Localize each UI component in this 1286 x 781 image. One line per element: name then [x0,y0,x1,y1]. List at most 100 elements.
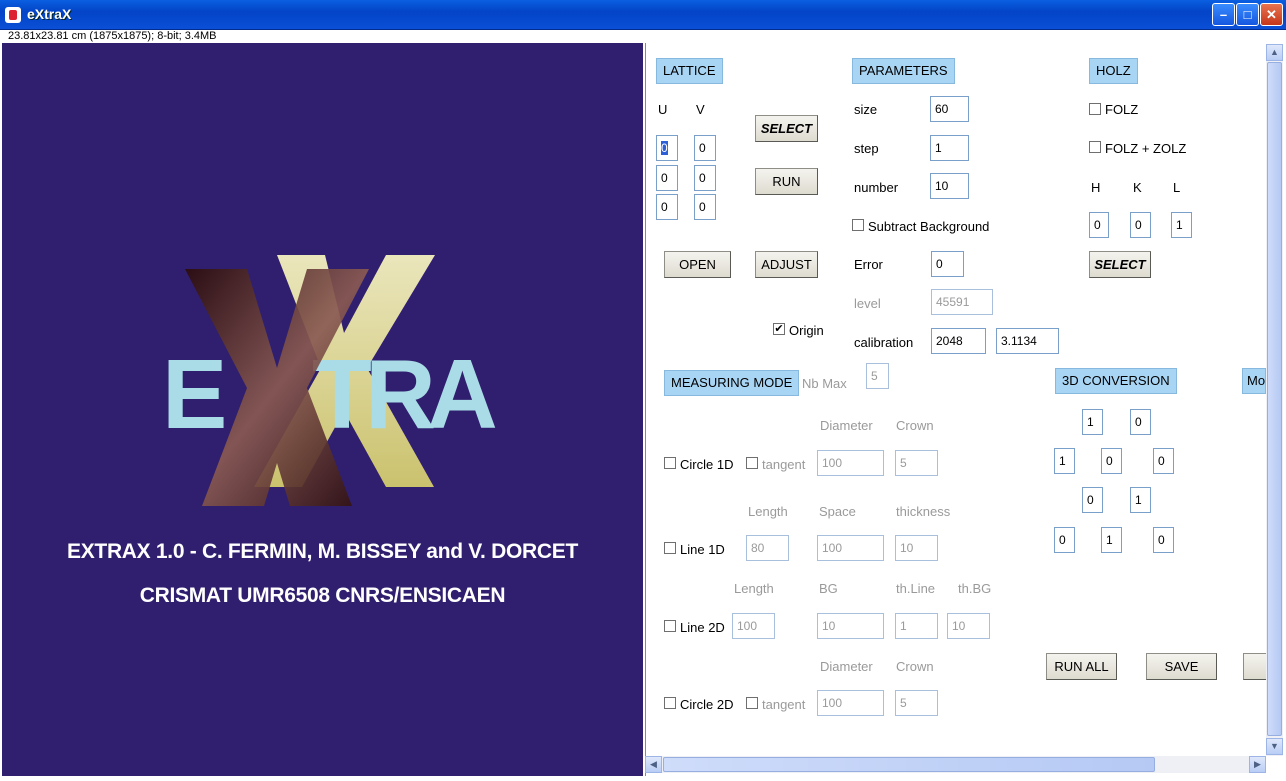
number-input[interactable]: 10 [930,173,969,199]
circle-1d-tangent-checkbox[interactable] [746,457,758,469]
image-canvas[interactable]: E T R A EXTRAX 1.0 - C. FERMIN, M. BISSE… [2,43,643,776]
conv-r3-c1-input[interactable]: 0 [1082,487,1103,513]
folz-label: FOLZ [1105,102,1139,117]
scroll-down-arrow-icon[interactable]: ▼ [1266,738,1283,755]
extra-logo: E T R A [162,255,498,506]
circle-2d-tangent-label: tangent [762,697,806,712]
circle-2d-crown-label: Crown [896,659,934,674]
line-2d-label: Line 2D [680,620,725,635]
conv-r4-c3-input[interactable]: 0 [1153,527,1174,553]
circle-2d-label: Circle 2D [680,697,734,712]
k-input[interactable]: 0 [1130,212,1151,238]
control-panel: LATTICE U V 0 0 0 0 0 0 SELECT RUN OPEN … [645,43,1286,776]
lattice-select-button[interactable]: SELECT [755,115,818,142]
circle-2d-crown-input[interactable]: 5 [895,690,938,716]
scroll-left-arrow-icon[interactable]: ◀ [645,756,662,773]
circle-1d-tangent-label: tangent [762,457,806,472]
line-2d-length-input[interactable]: 100 [732,613,775,639]
conv-r2-c1-input[interactable]: 1 [1054,448,1075,474]
scroll-right-arrow-icon[interactable]: ▶ [1249,756,1266,773]
line-2d-th-line-input[interactable]: 1 [895,613,938,639]
error-label: Error [854,257,883,272]
k-label: K [1133,180,1142,195]
nb-max-label: Nb Max [802,376,847,391]
circle-1d-checkbox[interactable] [664,457,676,469]
line-2d-length-label: Length [734,581,774,596]
circle-2d-tangent-checkbox[interactable] [746,697,758,709]
error-input[interactable]: 0 [931,251,964,277]
h-label: H [1091,180,1101,195]
window-title: eXtraX [27,6,72,22]
l-label: L [1173,180,1181,195]
lattice-u1-input[interactable]: 0 [656,135,678,161]
maximize-button[interactable]: □ [1236,3,1259,26]
step-label: step [854,141,879,156]
line-2d-checkbox[interactable] [664,620,676,632]
vertical-scrollbar[interactable]: ▲ ▼ [1266,44,1283,756]
folz-zolz-checkbox[interactable] [1089,141,1101,153]
level-input[interactable]: 45591 [931,289,993,315]
h-input[interactable]: 0 [1089,212,1109,238]
crown-label: Crown [896,418,934,433]
save-button[interactable]: SAVE [1146,653,1217,680]
circle-1d-label: Circle 1D [680,457,734,472]
scroll-up-arrow-icon[interactable]: ▲ [1266,44,1283,61]
lattice-v3-input[interactable]: 0 [694,194,716,220]
logo-letter-a: A [427,339,498,449]
u-label: U [658,102,668,117]
calibration-a-input[interactable]: 2048 [931,328,986,354]
line-1d-space-input[interactable]: 100 [817,535,884,561]
circle-1d-crown-input[interactable]: 5 [895,450,938,476]
run-all-button[interactable]: RUN ALL [1046,653,1117,680]
run-button[interactable]: RUN [755,168,818,195]
holz-select-button[interactable]: SELECT [1089,251,1151,278]
origin-checkbox[interactable]: ✔ [773,323,785,335]
number-label: number [854,180,899,195]
level-label: level [854,296,881,311]
minimize-button[interactable]: – [1212,3,1235,26]
image-info: 23.81x23.81 cm (1875x1875); 8-bit; 3.4MB [0,31,1286,43]
nb-max-input[interactable]: 5 [866,363,889,389]
measuring-mode-header: MEASURING MODE [664,370,800,396]
logo-letter-r: R [365,339,436,449]
line-1d-thickness-input[interactable]: 10 [895,535,938,561]
line-2d-bg-input[interactable]: 10 [817,613,884,639]
vertical-scroll-thumb[interactable] [1267,62,1282,736]
size-input[interactable]: 60 [930,96,969,122]
horizontal-scroll-thumb[interactable] [663,757,1155,772]
thickness-label: thickness [896,504,951,519]
lattice-u2-input[interactable]: 0 [656,165,678,191]
calibration-b-input[interactable]: 3.1134 [996,328,1059,354]
horizontal-scrollbar[interactable]: ◀ ▶ [645,756,1266,773]
close-button[interactable]: ✕ [1260,3,1283,26]
adjust-button[interactable]: ADJUST [755,251,818,278]
partial-button[interactable] [1243,653,1266,680]
step-input[interactable]: 1 [930,135,969,161]
conv-r4-c2-input[interactable]: 1 [1101,527,1122,553]
th-bg-label: th.BG [958,581,992,596]
line-1d-length-input[interactable]: 80 [746,535,789,561]
lattice-u3-input[interactable]: 0 [656,194,678,220]
title-bar[interactable]: eXtraX – □ ✕ [0,0,1286,30]
circle-2d-diameter-input[interactable]: 100 [817,690,884,716]
calibration-label: calibration [854,335,914,350]
conv-r1-c2-input[interactable]: 0 [1130,409,1151,435]
conv-r2-c3-input[interactable]: 0 [1153,448,1174,474]
circle-1d-diameter-input[interactable]: 100 [817,450,884,476]
conv-r4-c1-input[interactable]: 0 [1054,527,1075,553]
lattice-v1-input[interactable]: 0 [694,135,716,161]
conv-r3-c2-input[interactable]: 1 [1130,487,1151,513]
l-input[interactable]: 1 [1171,212,1192,238]
java-app-icon[interactable] [5,7,21,23]
conv-r2-c2-input[interactable]: 0 [1101,448,1122,474]
subtract-background-checkbox[interactable] [852,219,864,231]
folz-checkbox[interactable] [1089,103,1101,115]
line-1d-checkbox[interactable] [664,542,676,554]
line-2d-th-bg-input[interactable]: 10 [947,613,990,639]
line-1d-length-label: Length [748,504,788,519]
circle-2d-checkbox[interactable] [664,697,676,709]
open-button[interactable]: OPEN [664,251,731,278]
credit-line-2: CRISMAT UMR6508 CNRS/ENSICAEN [139,584,506,607]
lattice-v2-input[interactable]: 0 [694,165,716,191]
conv-r1-c1-input[interactable]: 1 [1082,409,1103,435]
